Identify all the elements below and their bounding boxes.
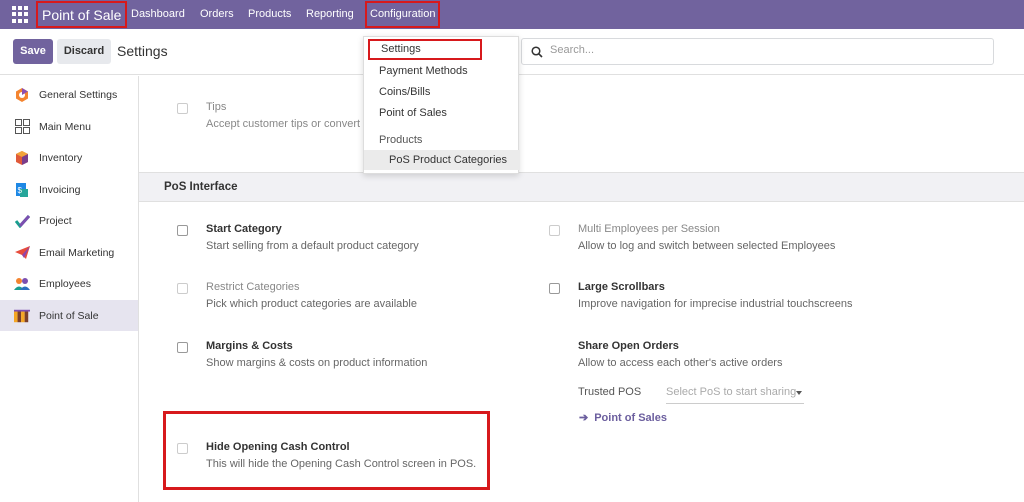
setting-title: Start Category bbox=[206, 223, 282, 235]
settings-sidebar: General Settings Main Menu Inventory $ I… bbox=[0, 76, 139, 502]
setting-description: Show margins & costs on product informat… bbox=[206, 357, 428, 369]
sidebar-item-inventory[interactable]: Inventory bbox=[0, 142, 138, 173]
general-settings-icon bbox=[14, 87, 30, 103]
setting-description: Pick which product categories are availa… bbox=[206, 298, 417, 310]
point-of-sales-link[interactable]: ➔ Point of Sales bbox=[579, 411, 667, 425]
setting-title: Restrict Categories bbox=[206, 281, 300, 293]
sidebar-item-email-marketing[interactable]: Email Marketing bbox=[0, 237, 138, 268]
section-header: PoS Interface bbox=[139, 172, 1024, 202]
large-scrollbars-checkbox[interactable] bbox=[549, 283, 560, 294]
setting-description: Accept customer tips or convert bbox=[206, 118, 361, 130]
highlight-box bbox=[163, 411, 490, 490]
sidebar-item-main-menu[interactable]: Main Menu bbox=[0, 111, 138, 142]
dropdown-item-settings[interactable]: Settings bbox=[368, 39, 482, 60]
dropdown-item-payment-methods[interactable]: Payment Methods bbox=[364, 61, 520, 81]
configuration-dropdown: Settings Payment Methods Coins/Bills Poi… bbox=[363, 36, 520, 174]
email-marketing-icon bbox=[14, 245, 30, 261]
sidebar-item-label: General Settings bbox=[39, 88, 118, 101]
discard-button[interactable]: Discard bbox=[57, 39, 111, 64]
employees-icon bbox=[14, 276, 30, 292]
apps-grid-icon[interactable] bbox=[12, 5, 30, 24]
menu-reporting[interactable]: Reporting bbox=[306, 0, 354, 29]
setting-description: Improve navigation for imprecise industr… bbox=[578, 298, 853, 310]
sidebar-item-general-settings[interactable]: General Settings bbox=[0, 79, 138, 110]
setting-description: Allow to access each other's active orde… bbox=[578, 357, 783, 369]
project-icon bbox=[14, 213, 30, 229]
tips-checkbox[interactable] bbox=[177, 103, 188, 114]
setting-description: Allow to log and switch between selected… bbox=[578, 240, 836, 252]
menu-orders[interactable]: Orders bbox=[200, 0, 234, 29]
sidebar-item-label: Employees bbox=[39, 277, 91, 290]
sidebar-item-point-of-sale[interactable]: Point of Sale bbox=[0, 300, 138, 331]
sidebar-item-label: Invoicing bbox=[39, 183, 81, 196]
start-category-checkbox[interactable] bbox=[177, 225, 188, 236]
invoicing-icon: $ bbox=[14, 182, 30, 198]
trusted-pos-label: Trusted POS bbox=[578, 386, 642, 398]
multi-employees-checkbox[interactable] bbox=[549, 225, 560, 236]
sidebar-item-label: Email Marketing bbox=[39, 246, 115, 259]
menu-dashboard[interactable]: Dashboard bbox=[131, 0, 185, 29]
dropdown-item-point-of-sales[interactable]: Point of Sales bbox=[364, 103, 520, 123]
setting-title: Share Open Orders bbox=[578, 340, 679, 352]
dropdown-item-pos-product-categories[interactable]: PoS Product Categories bbox=[364, 150, 520, 170]
setting-title: Large Scrollbars bbox=[578, 281, 665, 293]
trusted-pos-select[interactable]: Select PoS to start sharing bbox=[666, 386, 804, 404]
trusted-pos-placeholder: Select PoS to start sharing bbox=[666, 386, 797, 398]
setting-title: Tips bbox=[206, 101, 227, 113]
sidebar-item-label: Project bbox=[39, 214, 72, 227]
save-button[interactable]: Save bbox=[13, 39, 53, 64]
sidebar-item-label: Main Menu bbox=[39, 120, 91, 133]
page-title: Settings bbox=[117, 43, 168, 59]
top-navbar: Point of Sale Dashboard Orders Products … bbox=[0, 0, 1024, 29]
sidebar-item-project[interactable]: Project bbox=[0, 205, 138, 236]
search-icon bbox=[531, 46, 543, 58]
dropdown-item-coins-bills[interactable]: Coins/Bills bbox=[364, 82, 520, 102]
svg-text:$: $ bbox=[18, 186, 23, 195]
point-of-sale-icon bbox=[14, 308, 30, 324]
dropdown-group-header: Products bbox=[379, 134, 423, 146]
search-box[interactable] bbox=[521, 38, 994, 65]
sidebar-item-label: Inventory bbox=[39, 151, 83, 164]
caret-down-icon bbox=[796, 391, 802, 395]
app-brand[interactable]: Point of Sale bbox=[36, 1, 128, 28]
setting-description: Start selling from a default product cat… bbox=[206, 240, 419, 252]
restrict-categories-checkbox[interactable] bbox=[177, 283, 188, 294]
margins-costs-checkbox[interactable] bbox=[177, 342, 188, 353]
menu-products[interactable]: Products bbox=[248, 0, 291, 29]
sidebar-item-invoicing[interactable]: $ Invoicing bbox=[0, 174, 138, 205]
setting-title: Multi Employees per Session bbox=[578, 223, 720, 235]
section-title: PoS Interface bbox=[164, 181, 238, 193]
sidebar-item-label: Point of Sale bbox=[39, 309, 99, 322]
link-label: Point of Sales bbox=[594, 411, 667, 424]
arrow-right-icon: ➔ bbox=[579, 412, 589, 424]
search-input[interactable] bbox=[550, 44, 970, 56]
setting-title: Margins & Costs bbox=[206, 340, 293, 352]
inventory-icon bbox=[14, 150, 30, 166]
menu-configuration[interactable]: Configuration bbox=[365, 1, 441, 28]
settings-main: Tips Accept customer tips or convert PoS… bbox=[139, 76, 1024, 502]
sidebar-item-employees[interactable]: Employees bbox=[0, 268, 138, 299]
main-menu-icon bbox=[14, 119, 30, 135]
